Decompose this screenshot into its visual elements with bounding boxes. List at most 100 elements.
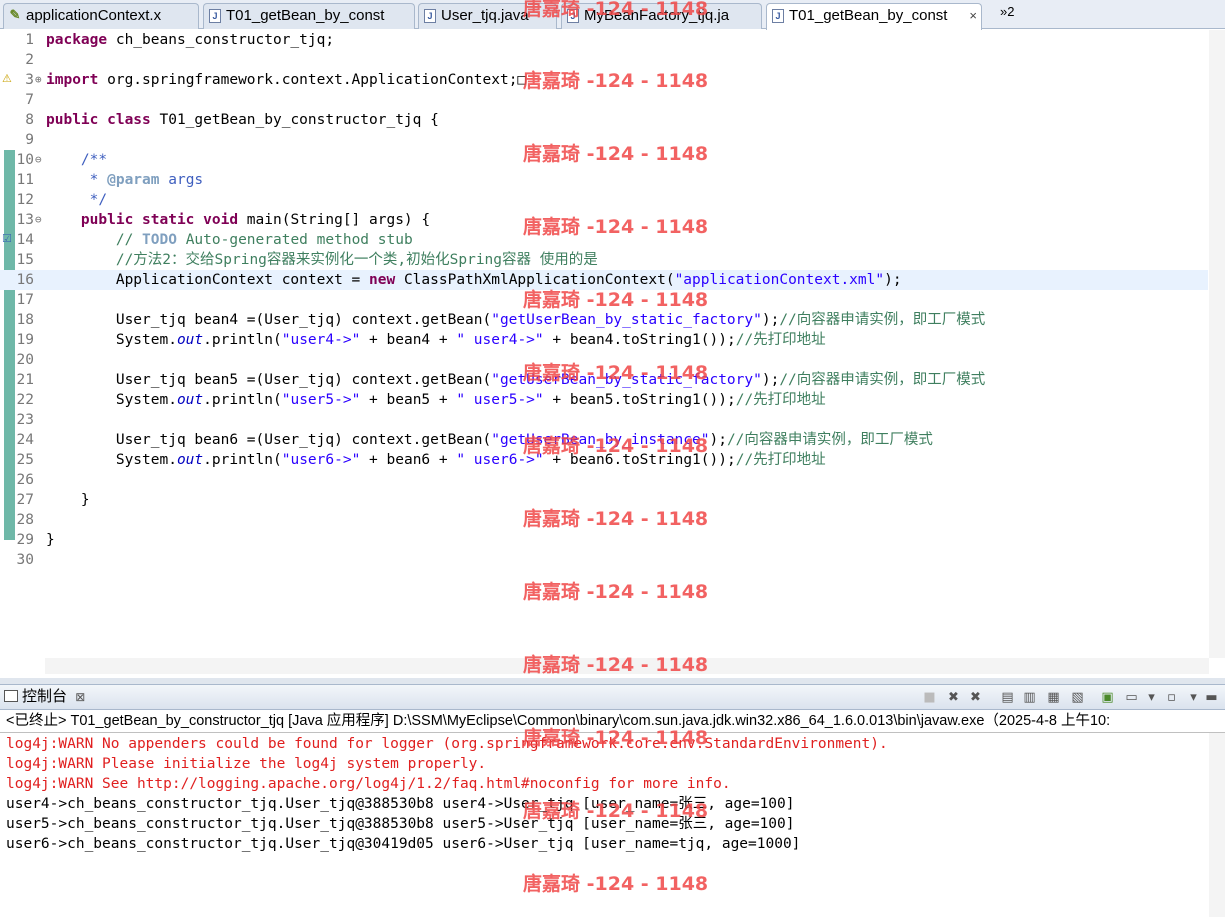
- word-wrap-icon[interactable]: ▦: [1046, 690, 1061, 705]
- code-text: System.out.println("user4->" + bean4 + "…: [46, 332, 826, 348]
- code-text: User_tjq bean6 =(User_tjq) context.getBe…: [46, 432, 933, 448]
- chevron-down-icon[interactable]: ▾: [1186, 690, 1201, 705]
- watermark-text: 唐嘉琦 -124 - 1148: [523, 800, 709, 822]
- code-line: 15 //方法2：交给Spring容器来实例化一个类,初始化Spring容器 使…: [0, 250, 1208, 270]
- warning-icon[interactable]: ⚠: [2, 72, 14, 86]
- code-text: User_tjq bean4 =(User_tjq) context.getBe…: [46, 312, 986, 328]
- remove-all-icon[interactable]: ✖: [968, 690, 983, 705]
- fold-marker[interactable]: ⊖: [35, 210, 45, 230]
- line-number: 22: [16, 392, 34, 408]
- line-number: 11: [16, 172, 34, 188]
- code-text: //方法2：交给Spring容器来实例化一个类,初始化Spring容器 使用的是: [115, 252, 598, 268]
- code-text: public static void main(String[] args) {: [80, 212, 431, 228]
- line-number: 17: [16, 292, 34, 308]
- code-text: }: [46, 532, 55, 548]
- pin-console-icon[interactable]: ▣: [1100, 690, 1115, 705]
- watermark-text: 唐嘉琦 -124 - 1148: [523, 362, 709, 384]
- line-number: 16: [16, 272, 34, 288]
- console-tab-label: 控制台: [22, 688, 68, 705]
- console-line: log4j:WARN No appenders could be found f…: [6, 736, 888, 752]
- code-line: 7: [0, 90, 1208, 110]
- scroll-lock-icon[interactable]: ▥: [1022, 690, 1037, 705]
- code-line: 30: [0, 550, 1208, 570]
- line-number: 25: [16, 452, 34, 468]
- java-file-icon: J: [424, 9, 436, 23]
- watermark-text: 唐嘉琦 -124 - 1148: [523, 654, 709, 676]
- line-number: 9: [25, 132, 34, 148]
- code-line: 18 User_tjq bean4 =(User_tjq) context.ge…: [0, 310, 1208, 330]
- console-tab[interactable]: 控制台 ⊠: [4, 687, 85, 707]
- minimize-icon[interactable]: ▬: [1204, 690, 1219, 705]
- fold-marker[interactable]: ⊖: [35, 150, 45, 170]
- code-line: 23: [0, 410, 1208, 430]
- chevron-down-icon[interactable]: ▾: [1144, 690, 1159, 705]
- clear-console-icon[interactable]: ▤: [1000, 690, 1015, 705]
- code-text: ApplicationContext context = new ClassPa…: [46, 272, 902, 288]
- remove-launch-icon[interactable]: ✖: [946, 690, 961, 705]
- console-line: user6->ch_beans_constructor_tjq.User_tjq…: [6, 836, 801, 852]
- watermark-text: 唐嘉琦 -124 - 1148: [523, 508, 709, 530]
- code-text: // TODO Auto-generated method stub: [115, 232, 413, 248]
- line-number: 26: [16, 472, 34, 488]
- watermark-text: 唐嘉琦 -124 - 1148: [523, 581, 709, 603]
- editor-vertical-scrollbar[interactable]: [1209, 30, 1225, 658]
- code-text: import org.springframework.context.Appli…: [46, 72, 527, 88]
- watermark-text: 唐嘉琦 -124 - 1148: [523, 0, 709, 20]
- code-text: /**: [80, 152, 108, 168]
- line-number: 21: [16, 372, 34, 388]
- tab-overflow-button[interactable]: »2: [1000, 4, 1014, 19]
- code-text: System.out.println("user6->" + bean6 + "…: [46, 452, 826, 468]
- open-console-icon[interactable]: ▫: [1164, 690, 1179, 705]
- code-text: */: [46, 192, 108, 208]
- close-icon[interactable]: ⊠: [75, 690, 85, 704]
- java-file-icon: J: [772, 9, 784, 23]
- tab-2[interactable]: J T01_getBean_by_const: [203, 3, 415, 29]
- code-line: 11 * @param args: [0, 170, 1208, 190]
- code-line: 12 */: [0, 190, 1208, 210]
- watermark-text: 唐嘉琦 -124 - 1148: [523, 70, 709, 92]
- code-text: }: [46, 492, 90, 508]
- console-icon: [4, 690, 18, 702]
- watermark-text: 唐嘉琦 -124 - 1148: [523, 143, 709, 165]
- watermark-text: 唐嘉琦 -124 - 1148: [523, 289, 709, 311]
- display-console-icon[interactable]: ▭: [1124, 690, 1139, 705]
- line-number: 8: [25, 112, 34, 128]
- line-number: 20: [16, 352, 34, 368]
- fold-marker[interactable]: ⊕: [35, 70, 45, 90]
- line-number: 27: [16, 492, 34, 508]
- line-number: 12: [16, 192, 34, 208]
- line-number: 30: [16, 552, 34, 568]
- tab-5[interactable]: J T01_getBean_by_const ×: [766, 3, 982, 30]
- code-line: 22 System.out.println("user5->" + bean5 …: [0, 390, 1208, 410]
- line-number: 1: [25, 32, 34, 48]
- watermark-text: 唐嘉琦 -124 - 1148: [523, 435, 709, 457]
- code-line: 1 package ch_beans_constructor_tjq;: [0, 30, 1208, 50]
- line-number: 29: [16, 532, 34, 548]
- line-number: 13: [16, 212, 34, 228]
- console-line: log4j:WARN Please initialize the log4j s…: [6, 756, 487, 772]
- code-text: public class T01_getBean_by_constructor_…: [46, 112, 439, 128]
- tab-label: User_tjq.java: [441, 7, 529, 24]
- line-number: 15: [16, 252, 34, 268]
- line-number: 28: [16, 512, 34, 528]
- line-number: 18: [16, 312, 34, 328]
- close-icon[interactable]: ×: [969, 4, 977, 28]
- code-line: 29}: [0, 530, 1208, 550]
- watermark-text: 唐嘉琦 -124 - 1148: [523, 216, 709, 238]
- code-text: package ch_beans_constructor_tjq;: [46, 32, 335, 48]
- code-text: System.out.println("user5->" + bean5 + "…: [46, 392, 826, 408]
- console-line: log4j:WARN See http://logging.apache.org…: [6, 776, 731, 792]
- line-number: 7: [25, 92, 34, 108]
- console-vertical-scrollbar[interactable]: [1209, 733, 1225, 917]
- tab-1[interactable]: ✎ applicationContext.x: [3, 3, 199, 29]
- code-line: 8 public class T01_getBean_by_constructor…: [0, 110, 1208, 130]
- line-number: 2: [25, 52, 34, 68]
- show-on-output-icon[interactable]: ▧: [1070, 690, 1085, 705]
- tab-label: applicationContext.x: [26, 7, 162, 24]
- line-number: 19: [16, 332, 34, 348]
- console-view-header: 控制台 ⊠ ■ ✖ ✖ ▤ ▥ ▦ ▧ ▣ ▭ ▾ ▫ ▾ ▬: [0, 684, 1225, 710]
- terminate-icon[interactable]: ■: [922, 690, 937, 705]
- line-number: 14: [16, 232, 34, 248]
- task-icon[interactable]: ☑: [2, 232, 14, 246]
- line-number: 23: [16, 412, 34, 428]
